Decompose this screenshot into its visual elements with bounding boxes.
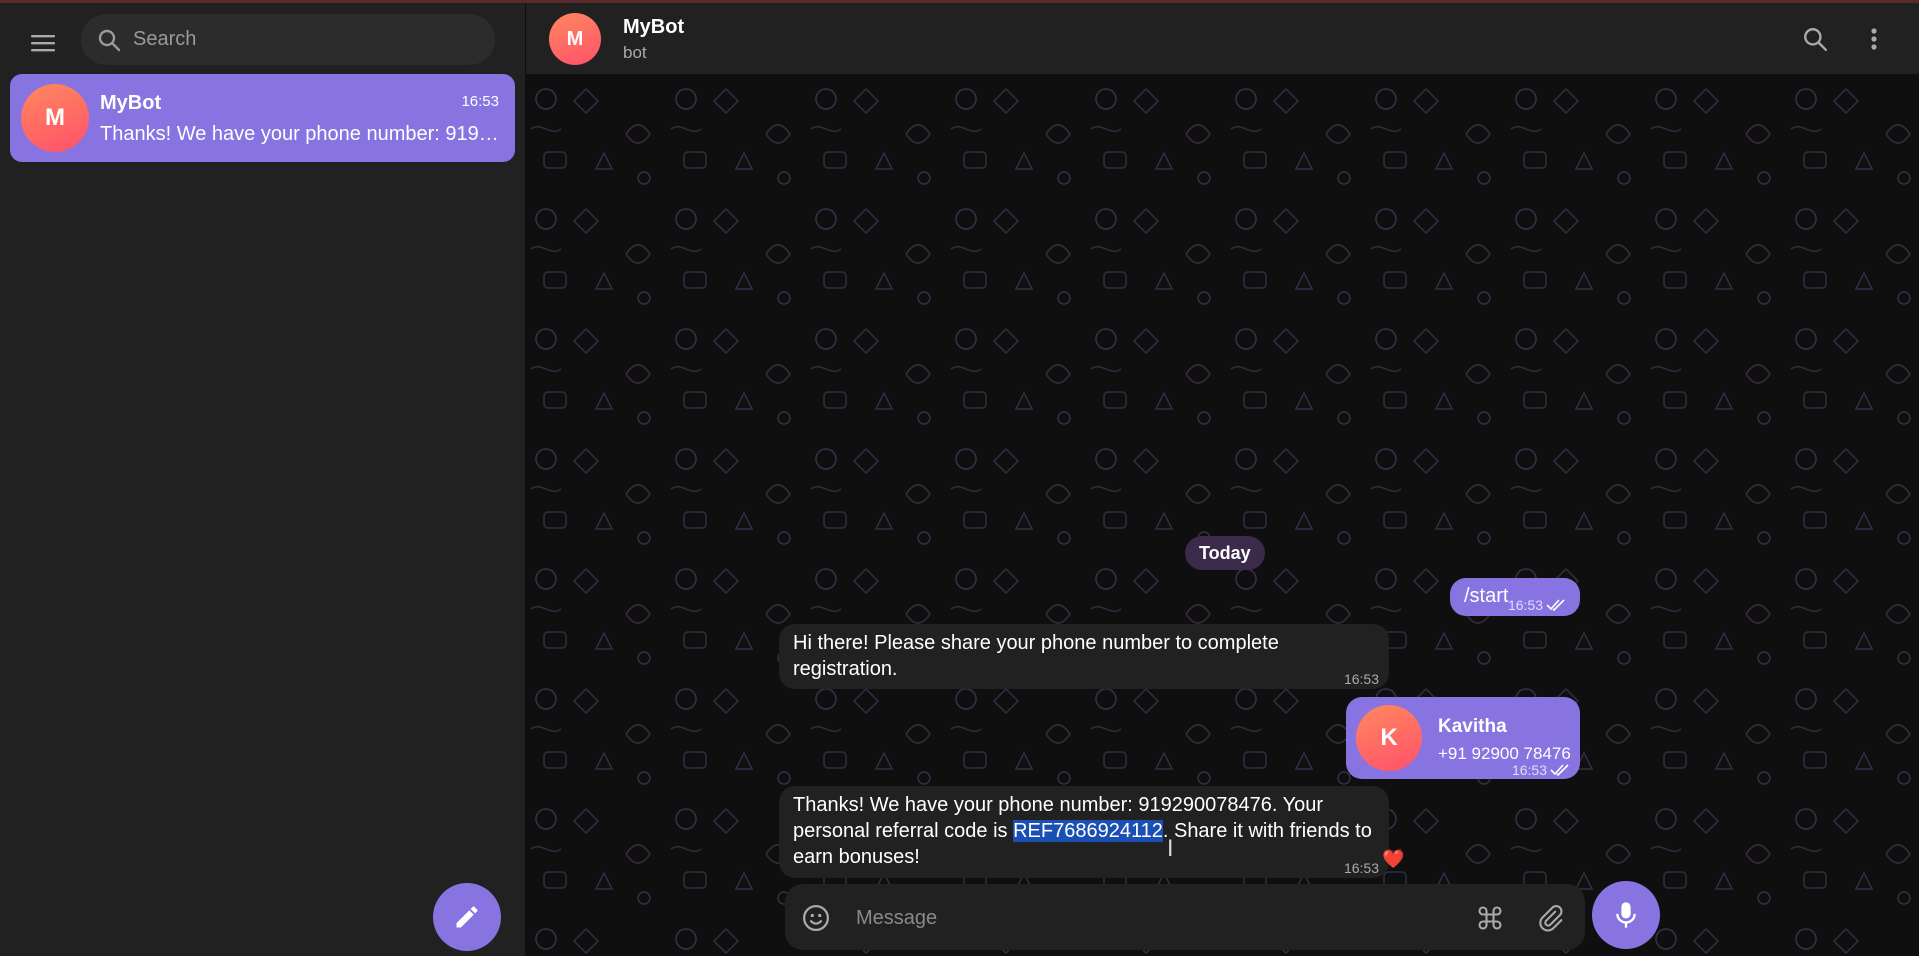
outgoing-message[interactable]: /start 16:53	[1450, 578, 1580, 616]
message-composer[interactable]	[785, 884, 1585, 950]
chat-header[interactable]: M MyBot bot	[526, 3, 1919, 74]
sidebar: M MyBot 16:53 Thanks! We have your phone…	[0, 3, 526, 956]
chat-panel: M MyBot bot Today /start 16:53 Hi there!…	[526, 3, 1919, 956]
message-time: 16:53	[1507, 597, 1543, 613]
selected-referral-code[interactable]: REF7686924112	[1013, 820, 1163, 842]
contact-name: Kavitha	[1438, 716, 1507, 737]
menu-button[interactable]	[26, 29, 60, 57]
text-cursor-icon: I	[1167, 837, 1174, 862]
message-meta: 16:53	[1508, 592, 1566, 618]
emoji-button[interactable]	[799, 901, 833, 935]
chat-title: MyBot	[623, 16, 685, 38]
message-time: 16:53	[1511, 762, 1547, 778]
new-message-button[interactable]	[433, 883, 501, 951]
message-time: 16:53	[1343, 860, 1379, 876]
chat-time: 16:53	[461, 93, 499, 110]
chat-avatar[interactable]: M	[549, 13, 601, 65]
message-meta: 16:53	[1344, 666, 1379, 692]
avatar: M	[21, 84, 89, 152]
chat-preview: Thanks! We have your phone number: 91929…	[100, 123, 505, 145]
paperclip-icon	[1539, 905, 1563, 932]
header-search-button[interactable]	[1797, 21, 1833, 57]
attach-button[interactable]	[1533, 901, 1567, 935]
emoji-icon	[803, 905, 829, 931]
date-separator: Today	[1185, 536, 1265, 570]
double-check-icon	[1550, 764, 1569, 776]
more-button[interactable]	[1856, 21, 1892, 57]
more-icon	[1871, 28, 1877, 50]
command-button[interactable]	[1473, 901, 1507, 935]
message-meta: 16:53	[1344, 855, 1379, 881]
voice-message-button[interactable]	[1592, 881, 1660, 949]
search-icon	[98, 29, 121, 51]
double-check-icon	[1546, 599, 1565, 611]
message-input[interactable]	[854, 902, 1418, 934]
heart-reaction[interactable]: ❤️	[1382, 849, 1404, 870]
header-search-icon	[1804, 28, 1828, 52]
contact-message[interactable]: K Kavitha +91 92900 78476 16:53	[1346, 697, 1580, 779]
chat-name: MyBot	[100, 92, 162, 114]
microphone-icon	[1616, 902, 1636, 928]
message-text: /start	[1464, 585, 1509, 607]
chat-status: bot	[623, 43, 647, 62]
incoming-message[interactable]: Thanks! We have your phone number: 91929…	[779, 786, 1389, 878]
message-meta: 16:53	[1512, 757, 1570, 783]
command-icon	[1478, 906, 1502, 930]
incoming-message[interactable]: Hi there! Please share your phone number…	[779, 624, 1389, 689]
menu-icon	[31, 35, 55, 52]
search-input[interactable]	[131, 27, 465, 52]
search-box[interactable]	[81, 14, 495, 65]
message-time: 16:53	[1343, 671, 1379, 687]
chat-list-item-mybot[interactable]: M MyBot 16:53 Thanks! We have your phone…	[10, 74, 515, 162]
contact-avatar: K	[1356, 705, 1422, 771]
message-text: Hi there! Please share your phone number…	[793, 632, 1279, 680]
pencil-icon	[456, 906, 478, 928]
